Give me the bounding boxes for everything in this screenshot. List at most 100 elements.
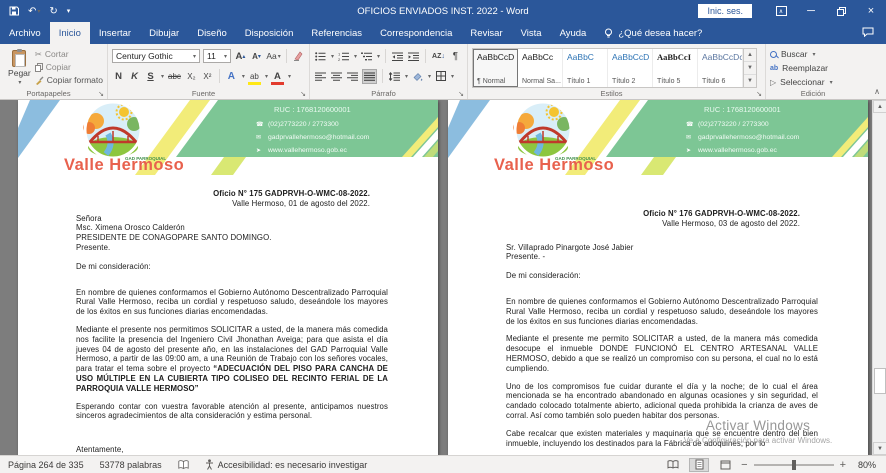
feedback-icon[interactable] (862, 27, 874, 37)
clear-formatting-icon[interactable] (292, 49, 305, 64)
italic-button[interactable]: K (128, 69, 141, 84)
sort-icon[interactable]: AZ↓ (431, 49, 446, 64)
zoom-slider[interactable] (754, 464, 834, 466)
tab-dibujar[interactable]: Dibujar (140, 22, 188, 44)
find-button[interactable]: Buscar▾ (770, 47, 856, 61)
undo-icon[interactable]: ↶▾ (28, 3, 40, 19)
zoom-level[interactable]: 80% (852, 460, 876, 470)
shading-icon[interactable] (411, 69, 424, 84)
numbering-icon[interactable]: 12 (337, 49, 350, 64)
customize-qat-icon[interactable]: ▾ (67, 3, 71, 19)
letter-paragraph: Mediante el presente me permito SOLICITA… (506, 334, 818, 373)
style-titulo-2[interactable]: AaBbCcD Título 2 (608, 49, 653, 87)
tab-revisar[interactable]: Revisar (461, 22, 511, 44)
scroll-down-icon[interactable]: ▼ (873, 442, 886, 455)
vertical-scrollbar[interactable]: ▲ ▼ (872, 100, 886, 455)
font-dialog-launcher-icon[interactable]: ↘ (300, 90, 306, 98)
zoom-out-icon[interactable]: − (741, 460, 747, 470)
style-normal[interactable]: AaBbCcD ¶ Normal (473, 49, 518, 87)
style-normal-sa[interactable]: AaBbCc Normal Sa... (518, 49, 563, 87)
styles-dialog-launcher-icon[interactable]: ↘ (756, 90, 762, 98)
page-count-status[interactable]: Página 264 de 335 (0, 456, 92, 473)
font-color-icon[interactable]: A (271, 69, 284, 84)
read-mode-icon[interactable] (663, 458, 683, 472)
shrink-font-icon[interactable]: A▾ (250, 49, 263, 64)
grow-font-icon[interactable]: A▴ (234, 49, 247, 64)
tab-correspondencia[interactable]: Correspondencia (371, 22, 461, 44)
subscript-button[interactable]: X₂ (185, 69, 198, 84)
group-estilos: AaBbCcD ¶ Normal AaBbCc Normal Sa... AaB… (468, 44, 766, 99)
highlight-color-icon[interactable]: ab (248, 69, 261, 84)
sign-in-button[interactable]: Inic. ses. (698, 4, 752, 18)
line-spacing-icon[interactable] (388, 69, 401, 84)
redo-icon[interactable]: ↻ (49, 3, 57, 19)
scroll-up-icon[interactable]: ▲ (873, 100, 886, 113)
multilevel-list-icon[interactable] (360, 49, 373, 64)
group-portapapeles: Pegar ▾ ✂Cortar Copiar Copiar formato Po… (0, 44, 108, 99)
proofing-status[interactable] (170, 456, 197, 473)
borders-icon[interactable] (434, 69, 447, 84)
letter-body: En nombre de quienes conformamos el Gobi… (76, 288, 388, 422)
format-painter-button[interactable]: Copiar formato (35, 74, 103, 86)
style-titulo-1[interactable]: AaBbC Título 1 (563, 49, 608, 87)
tell-me-box[interactable]: ¿Qué desea hacer? (595, 22, 711, 44)
font-size-combo[interactable]: 11▾ (203, 49, 231, 63)
superscript-button[interactable]: X² (201, 69, 214, 84)
accessibility-status[interactable]: Accesibilidad: es necesario investigar (197, 456, 376, 473)
document-page-2[interactable]: GAD PARROQUIAL Valle Hermoso RUC : 17681… (448, 100, 868, 455)
copy-button[interactable]: Copiar (35, 61, 103, 73)
text-effects-icon[interactable]: A (225, 69, 238, 84)
valle-hermoso-logo (513, 102, 571, 158)
tab-referencias[interactable]: Referencias (302, 22, 371, 44)
cut-button[interactable]: ✂Cortar (35, 48, 103, 60)
title-bar[interactable]: ↶▾ ↻ ▾ OFICIOS ENVIADOS INST. 2022 - Wor… (0, 0, 886, 22)
align-left-icon[interactable] (314, 69, 327, 84)
collapse-ribbon-icon[interactable]: ∧ (874, 87, 880, 96)
bold-button[interactable]: N (112, 69, 125, 84)
justify-icon[interactable] (362, 69, 377, 84)
font-family-combo[interactable]: Century Gothic▾ (112, 49, 200, 63)
svg-text:2: 2 (338, 56, 341, 60)
brand-text: Valle Hermoso (64, 156, 184, 174)
show-marks-icon[interactable]: ¶ (449, 49, 462, 64)
ribbon-display-options-icon[interactable]: ∧ (766, 0, 796, 22)
quick-access-toolbar: ↶▾ ↻ ▾ (0, 3, 70, 19)
print-layout-icon[interactable] (689, 458, 709, 472)
align-center-icon[interactable] (330, 69, 343, 84)
tab-disposicion[interactable]: Disposición (236, 22, 303, 44)
paragraph-dialog-launcher-icon[interactable]: ↘ (458, 90, 464, 98)
strikethrough-button[interactable]: abc (167, 69, 182, 84)
increase-indent-icon[interactable] (407, 49, 420, 64)
web-layout-icon[interactable] (715, 458, 735, 472)
tab-diseno[interactable]: Diseño (188, 22, 236, 44)
zoom-slider-thumb[interactable] (792, 460, 796, 470)
paste-button[interactable]: Pegar ▾ (4, 47, 35, 86)
styles-scroll-up-icon[interactable]: ▲ (744, 49, 756, 62)
scrollbar-thumb[interactable] (874, 368, 886, 394)
tab-vista[interactable]: Vista (512, 22, 551, 44)
zoom-in-icon[interactable]: + (840, 460, 846, 470)
close-button[interactable]: × (856, 0, 886, 22)
styles-scroll-down-icon[interactable]: ▼ (744, 62, 756, 75)
style-titulo-5[interactable]: AaBbCcI Título 5 (653, 49, 698, 87)
phone-icon: ☎ (686, 121, 694, 128)
tab-ayuda[interactable]: Ayuda (551, 22, 596, 44)
tab-archivo[interactable]: Archivo (0, 22, 50, 44)
word-count-status[interactable]: 53778 palabras (92, 456, 170, 473)
minimize-button[interactable]: ─ (796, 0, 826, 22)
replace-button[interactable]: ab Reemplazar (770, 61, 856, 75)
save-icon[interactable] (9, 3, 19, 19)
bullets-icon[interactable] (314, 49, 327, 64)
clipboard-dialog-launcher-icon[interactable]: ↘ (98, 90, 104, 98)
select-button[interactable]: ▷ Seleccionar▾ (770, 75, 856, 89)
underline-button[interactable]: S (144, 69, 157, 84)
styles-more-icon[interactable]: ▼ (744, 75, 756, 87)
document-page-1[interactable]: GAD PARROQUIAL Valle Hermoso RUC : 17681… (18, 100, 438, 455)
tab-insertar[interactable]: Insertar (90, 22, 140, 44)
change-case-icon[interactable]: Aa▾ (266, 49, 281, 64)
tab-inicio[interactable]: Inicio (50, 22, 90, 44)
align-right-icon[interactable] (346, 69, 359, 84)
style-titulo-6[interactable]: AaBbCcDc Título 6 (698, 49, 743, 87)
restore-button[interactable] (826, 0, 856, 22)
decrease-indent-icon[interactable] (391, 49, 404, 64)
